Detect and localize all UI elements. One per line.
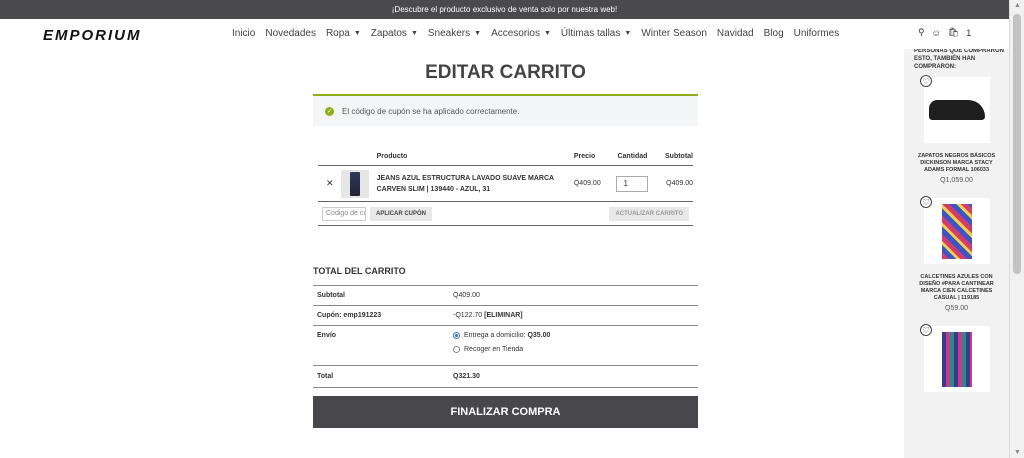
brand-logo[interactable]: EMPORIUM [43,27,142,44]
cart-item-row: ✕ JEANS AZUL ESTRUCTURA LAVADO SUAVE MAR… [318,166,693,202]
apply-coupon-button[interactable]: APLICAR CUPÓN [370,206,433,221]
cart-count: 1 [966,27,972,38]
related-product[interactable]: ♡ ZAPATOS NEGROS BÁSICOS DICKINSON MARCA… [904,75,1009,184]
heart-icon[interactable]: ♡ [920,75,932,87]
nav-item-blog[interactable]: Blog [764,28,784,39]
search-icon[interactable]: ⚲ [918,27,925,38]
chevron-down-icon[interactable]: ▼ [474,30,481,37]
coupon-notice: ✓ El código de cupón se ha aplicado corr… [313,94,698,126]
announcement-text: ¡Descubre el producto exclusivo de venta… [391,5,618,14]
related-product[interactable]: ♡ [904,324,1009,392]
header-price: Precio [573,153,596,160]
remove-item-icon[interactable]: ✕ [318,178,341,189]
header-product: Producto [376,153,408,160]
subtotal-row: Subtotal Q409.00 [313,286,698,306]
checkout-button[interactable]: FINALIZAR COMPRA [313,396,698,428]
ship-pickup-option[interactable]: Recoger en Tienda [453,346,698,353]
nav-item-últimas-tallas[interactable]: Últimas tallas ▼ [561,28,631,39]
header-qty: Cantidad [617,153,648,160]
page-title: EDITAR CARRITO [425,62,586,83]
check-icon: ✓ [325,106,334,116]
item-price: Q409.00 [573,180,601,187]
coupon-row: Cupón: emp191223 -Q122.70 [ELIMINAR] [313,306,698,326]
product-image[interactable] [923,77,990,143]
page-scrollbar[interactable]: ▲ ▼ [1009,0,1024,458]
heart-icon[interactable]: ♡ [920,196,932,208]
chevron-down-icon[interactable]: ▼ [544,30,551,37]
nav-item-navidad[interactable]: Navidad [717,28,754,39]
nav-item-inicio[interactable]: Inicio [232,28,255,39]
chevron-down-icon[interactable]: ▼ [354,30,361,37]
chevron-down-icon[interactable]: ▼ [624,30,631,37]
coupon-input[interactable]: Código de cupón [322,206,366,221]
product-image[interactable] [923,326,990,392]
product-thumbnail[interactable] [341,169,370,198]
sidebar-title: PERSONAS QUE COMPRARON ESTO, TAMBIÉN HAN… [914,49,1005,70]
nav-item-winter-season[interactable]: Winter Season [641,28,707,39]
notice-text: El código de cupón se ha aplicado correc… [342,106,520,116]
heart-icon[interactable]: ♡ [920,324,932,336]
announcement-bar: ¡Descubre el producto exclusivo de venta… [0,0,1009,19]
related-products-sidebar: PERSONAS QUE COMPRARON ESTO, TAMBIÉN HAN… [904,49,1009,458]
product-image[interactable] [923,198,990,264]
header-subtotal: Subtotal [665,153,693,160]
scrollbar-thumb[interactable] [1013,14,1021,274]
totals-table: Subtotal Q409.00 Cupón: emp191223 -Q122.… [313,285,698,388]
cart-icon[interactable]: 🛍 [948,27,959,38]
account-icon[interactable]: ☺ [932,28,941,38]
nav-item-accesorios[interactable]: Accesorios ▼ [491,28,551,39]
cart-header-row: Producto Precio Cantidad Subtotal [318,148,693,166]
item-subtotal: Q409.00 [666,180,693,187]
nav-item-ropa[interactable]: Ropa ▼ [326,28,361,39]
totals-title: TOTAL DEL CARRITO [313,266,406,276]
nav-item-zapatos[interactable]: Zapatos ▼ [371,28,418,39]
cart-actions: Código de cupón APLICAR CUPÓN ACTUALIZAR… [318,202,693,226]
scroll-down-icon[interactable]: ▼ [1014,449,1021,456]
remove-coupon-link[interactable]: [ELIMINAR] [484,312,523,319]
main-nav: Inicio Novedades Ropa ▼ Zapatos ▼ Sneakers ▼ Acc… [232,28,849,39]
related-product[interactable]: ♡ CALCETINES AZULES CON DISEÑO #PARA CAN… [904,196,1009,312]
product-name-link[interactable]: JEANS AZUL ESTRUCTURA LAVADO SUAVE MARCA… [377,173,574,195]
scroll-up-icon[interactable]: ▲ [1014,2,1021,9]
update-cart-button[interactable]: ACTUALIZAR CARRITO [609,206,689,221]
quantity-input[interactable]: 1 [616,175,649,192]
total-row: Total Q321.30 [313,366,698,388]
nav-item-uniformes[interactable]: Uniformes [794,28,840,39]
radio-selected-icon[interactable] [453,332,460,339]
chevron-down-icon[interactable]: ▼ [411,30,418,37]
nav-item-novedades[interactable]: Novedades [265,28,316,39]
header-icons: ⚲ ☺ 🛍 1 [918,27,978,38]
cart-main: EDITAR CARRITO ✓ El código de cupón se h… [313,52,698,428]
ship-home-option[interactable]: Entrega a domicilio: Q35.00 [453,332,698,339]
cart-table: Producto Precio Cantidad Subtotal ✕ JEAN… [318,148,693,226]
nav-item-sneakers[interactable]: Sneakers ▼ [428,28,481,39]
shipping-row: Envío Entrega a domicilio: Q35.00 Recoge… [313,326,698,366]
site-header: EMPORIUM Inicio Novedades Ropa ▼ Zapatos ▼ Sne… [0,19,1009,49]
radio-icon[interactable] [453,346,460,353]
